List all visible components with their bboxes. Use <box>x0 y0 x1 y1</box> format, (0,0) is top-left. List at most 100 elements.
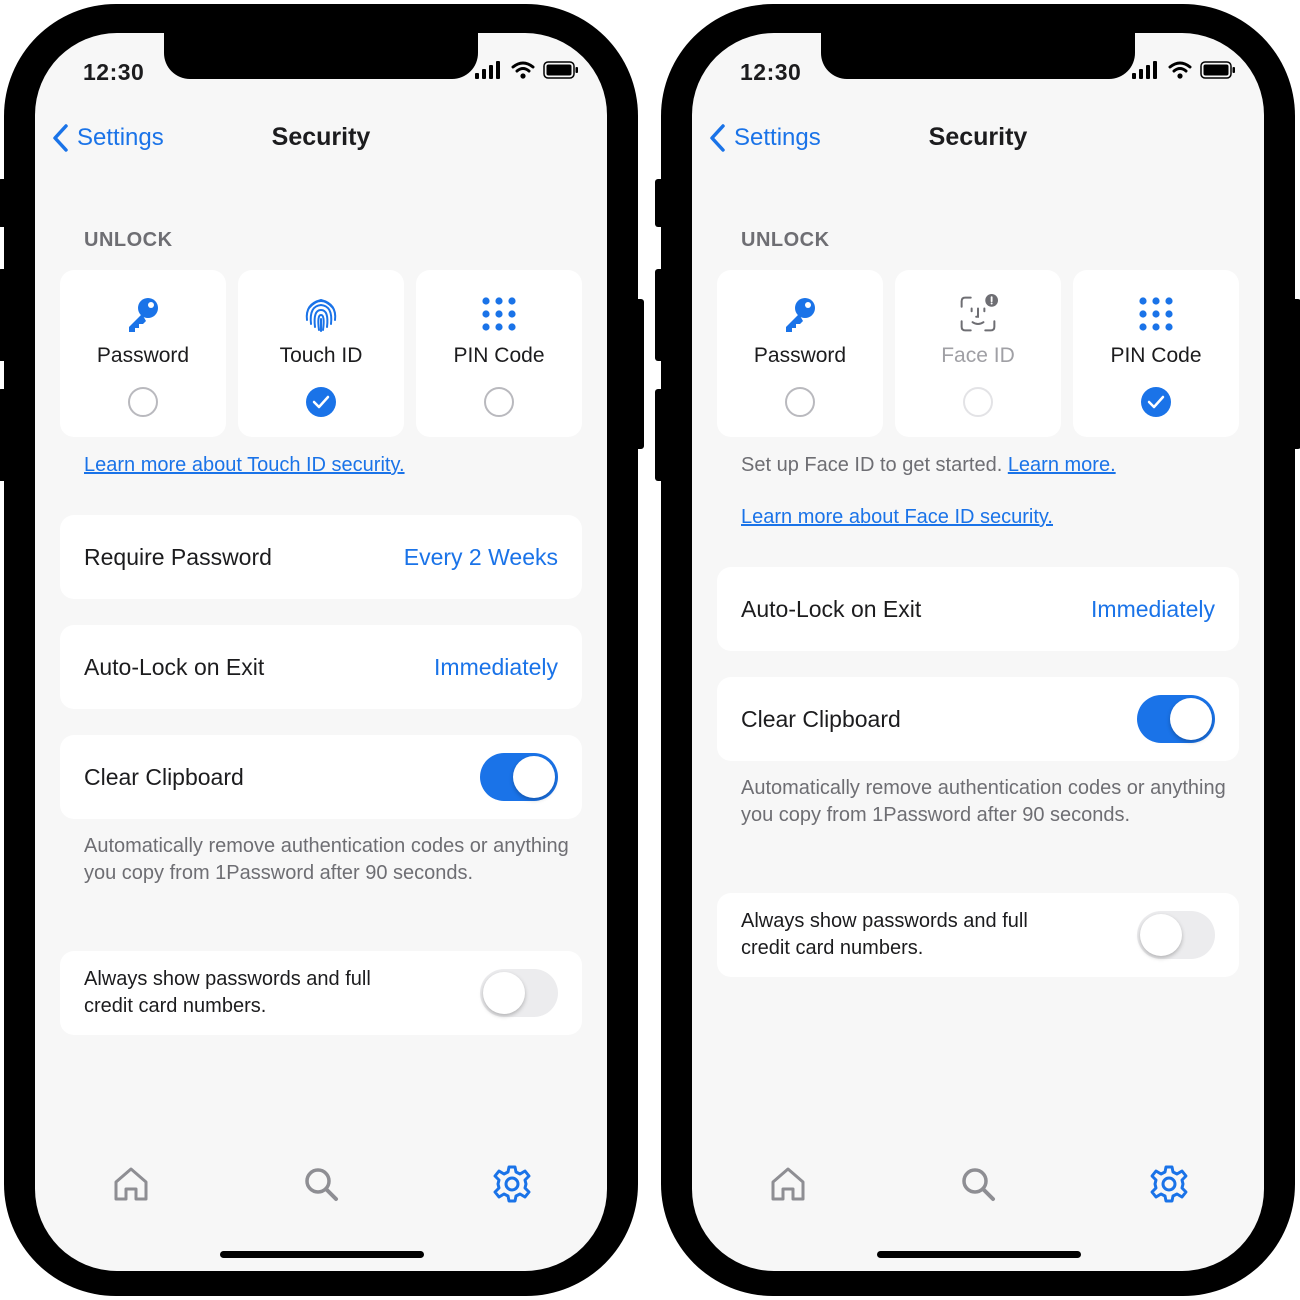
setup-text: Set up Face ID to get started. <box>741 454 1003 476</box>
row-label: Require Password <box>84 543 272 570</box>
fingerprint-icon <box>301 294 341 334</box>
toggle-knob <box>483 972 525 1014</box>
toggle-knob <box>1140 914 1182 956</box>
row-label: Always show passwords and full credit ca… <box>741 910 1028 959</box>
radio-unselected[interactable] <box>128 387 158 417</box>
clear-clipboard-row: Clear Clipboard <box>60 735 582 819</box>
tab-home[interactable] <box>108 1161 154 1207</box>
screen: 12:30 Settings Security UNLOCK Password <box>692 33 1264 1271</box>
clear-clipboard-description: Automatically remove authentication code… <box>741 777 1226 826</box>
always-show-row: Always show passwords and full credit ca… <box>717 893 1239 977</box>
option-label: Touch ID <box>279 344 363 367</box>
side-button <box>1291 299 1300 449</box>
search-icon <box>962 1168 995 1201</box>
volume-down-button <box>0 389 8 481</box>
home-icon <box>771 1167 805 1201</box>
option-label: PIN Code <box>453 344 545 367</box>
battery-icon <box>543 61 578 79</box>
learn-more-face-id-link[interactable]: Learn more about Face ID security. <box>741 504 1053 531</box>
signal-icon <box>1132 61 1157 79</box>
tab-search[interactable] <box>955 1161 1001 1207</box>
home-indicator[interactable] <box>220 1251 424 1258</box>
notch <box>821 33 1135 79</box>
gear-icon <box>493 1165 531 1203</box>
checkmark-icon <box>1147 395 1165 409</box>
checkmark-icon <box>312 395 330 409</box>
radio-disabled <box>963 387 993 417</box>
home-icon <box>114 1167 148 1201</box>
face-id-icon <box>958 294 998 334</box>
mute-switch <box>655 179 665 227</box>
row-label: Clear Clipboard <box>84 763 244 790</box>
volume-down-button <box>655 389 665 481</box>
unlock-options: Password Face ID PIN Code <box>717 270 1239 437</box>
auto-lock-row[interactable]: Auto-Lock on Exit Immediately <box>717 567 1239 651</box>
key-icon <box>123 294 163 334</box>
toggle-knob <box>1170 698 1212 740</box>
clear-clipboard-description: Automatically remove authentication code… <box>84 835 569 884</box>
wifi-icon <box>1168 61 1192 79</box>
unlock-option-pin-code[interactable]: PIN Code <box>416 270 582 437</box>
clear-clipboard-row: Clear Clipboard <box>717 677 1239 761</box>
unlock-option-touch-id[interactable]: Touch ID <box>238 270 404 437</box>
keypad-icon <box>1136 294 1176 334</box>
row-label: Auto-Lock on Exit <box>741 595 922 622</box>
always-show-toggle[interactable] <box>1137 911 1215 959</box>
key-icon <box>780 294 820 334</box>
status-time: 12:30 <box>740 59 802 85</box>
learn-more-link-text[interactable]: Learn more about Touch ID security. <box>84 454 405 476</box>
row-label: Auto-Lock on Exit <box>84 653 265 680</box>
page-title: Security <box>271 123 371 151</box>
unlock-option-password[interactable]: Password <box>717 270 883 437</box>
status-icons <box>475 61 579 79</box>
screen: 12:30 Settings Security UNLOCK Password <box>35 33 607 1271</box>
learn-more-link[interactable]: Learn more. <box>1008 454 1116 476</box>
signal-icon <box>475 61 500 79</box>
unlock-option-password[interactable]: Password <box>60 270 226 437</box>
option-label: Password <box>96 344 190 367</box>
battery-icon <box>1200 61 1235 79</box>
unlock-option-pin-code[interactable]: PIN Code <box>1073 270 1239 437</box>
clear-clipboard-toggle[interactable] <box>1137 695 1215 743</box>
notch <box>164 33 478 79</box>
clear-clipboard-toggle[interactable] <box>480 753 558 801</box>
require-password-row[interactable]: Require Password Every 2 Weeks <box>60 515 582 599</box>
learn-more-touch-id-link[interactable]: Learn more about Touch ID security. <box>84 452 405 479</box>
option-label: Face ID <box>941 344 1015 367</box>
radio-unselected[interactable] <box>484 387 514 417</box>
auto-lock-row[interactable]: Auto-Lock on Exit Immediately <box>60 625 582 709</box>
phone-frame-face-id: 12:30 Settings Security UNLOCK Password <box>655 4 1300 1296</box>
option-label: Password <box>753 344 847 367</box>
row-value[interactable]: Every 2 Weeks <box>404 544 558 571</box>
radio-selected[interactable] <box>1141 387 1171 417</box>
row-value[interactable]: Immediately <box>1091 596 1215 623</box>
volume-up-button <box>655 269 665 361</box>
search-icon <box>305 1168 338 1201</box>
keypad-icon <box>479 294 519 334</box>
tab-settings[interactable] <box>489 1161 535 1207</box>
tab-search[interactable] <box>298 1161 344 1207</box>
tab-home[interactable] <box>765 1161 811 1207</box>
side-button <box>634 299 644 449</box>
tab-bar <box>692 1161 1264 1211</box>
face-id-setup-note: Set up Face ID to get started. Learn mor… <box>741 452 1116 479</box>
tab-bar <box>35 1161 607 1211</box>
phone-frame-touch-id: 12:30 Settings Security UNLOCK Password <box>0 4 644 1296</box>
tab-settings[interactable] <box>1146 1161 1192 1207</box>
row-label: Clear Clipboard <box>741 705 901 732</box>
unlock-option-face-id[interactable]: Face ID <box>895 270 1061 437</box>
status-icons <box>1132 61 1236 79</box>
always-show-toggle[interactable] <box>480 969 558 1017</box>
option-label: PIN Code <box>1110 344 1202 367</box>
status-time: 12:30 <box>83 59 145 85</box>
home-indicator[interactable] <box>877 1251 1081 1258</box>
toggle-knob <box>513 756 555 798</box>
radio-unselected[interactable] <box>785 387 815 417</box>
volume-up-button <box>0 269 8 361</box>
gear-icon <box>1150 1165 1188 1203</box>
row-label: Always show passwords and full credit ca… <box>84 968 371 1017</box>
always-show-row: Always show passwords and full credit ca… <box>60 951 582 1035</box>
radio-selected[interactable] <box>306 387 336 417</box>
row-value[interactable]: Immediately <box>434 654 558 681</box>
learn-more-link-text[interactable]: Learn more about Face ID security. <box>741 506 1053 528</box>
